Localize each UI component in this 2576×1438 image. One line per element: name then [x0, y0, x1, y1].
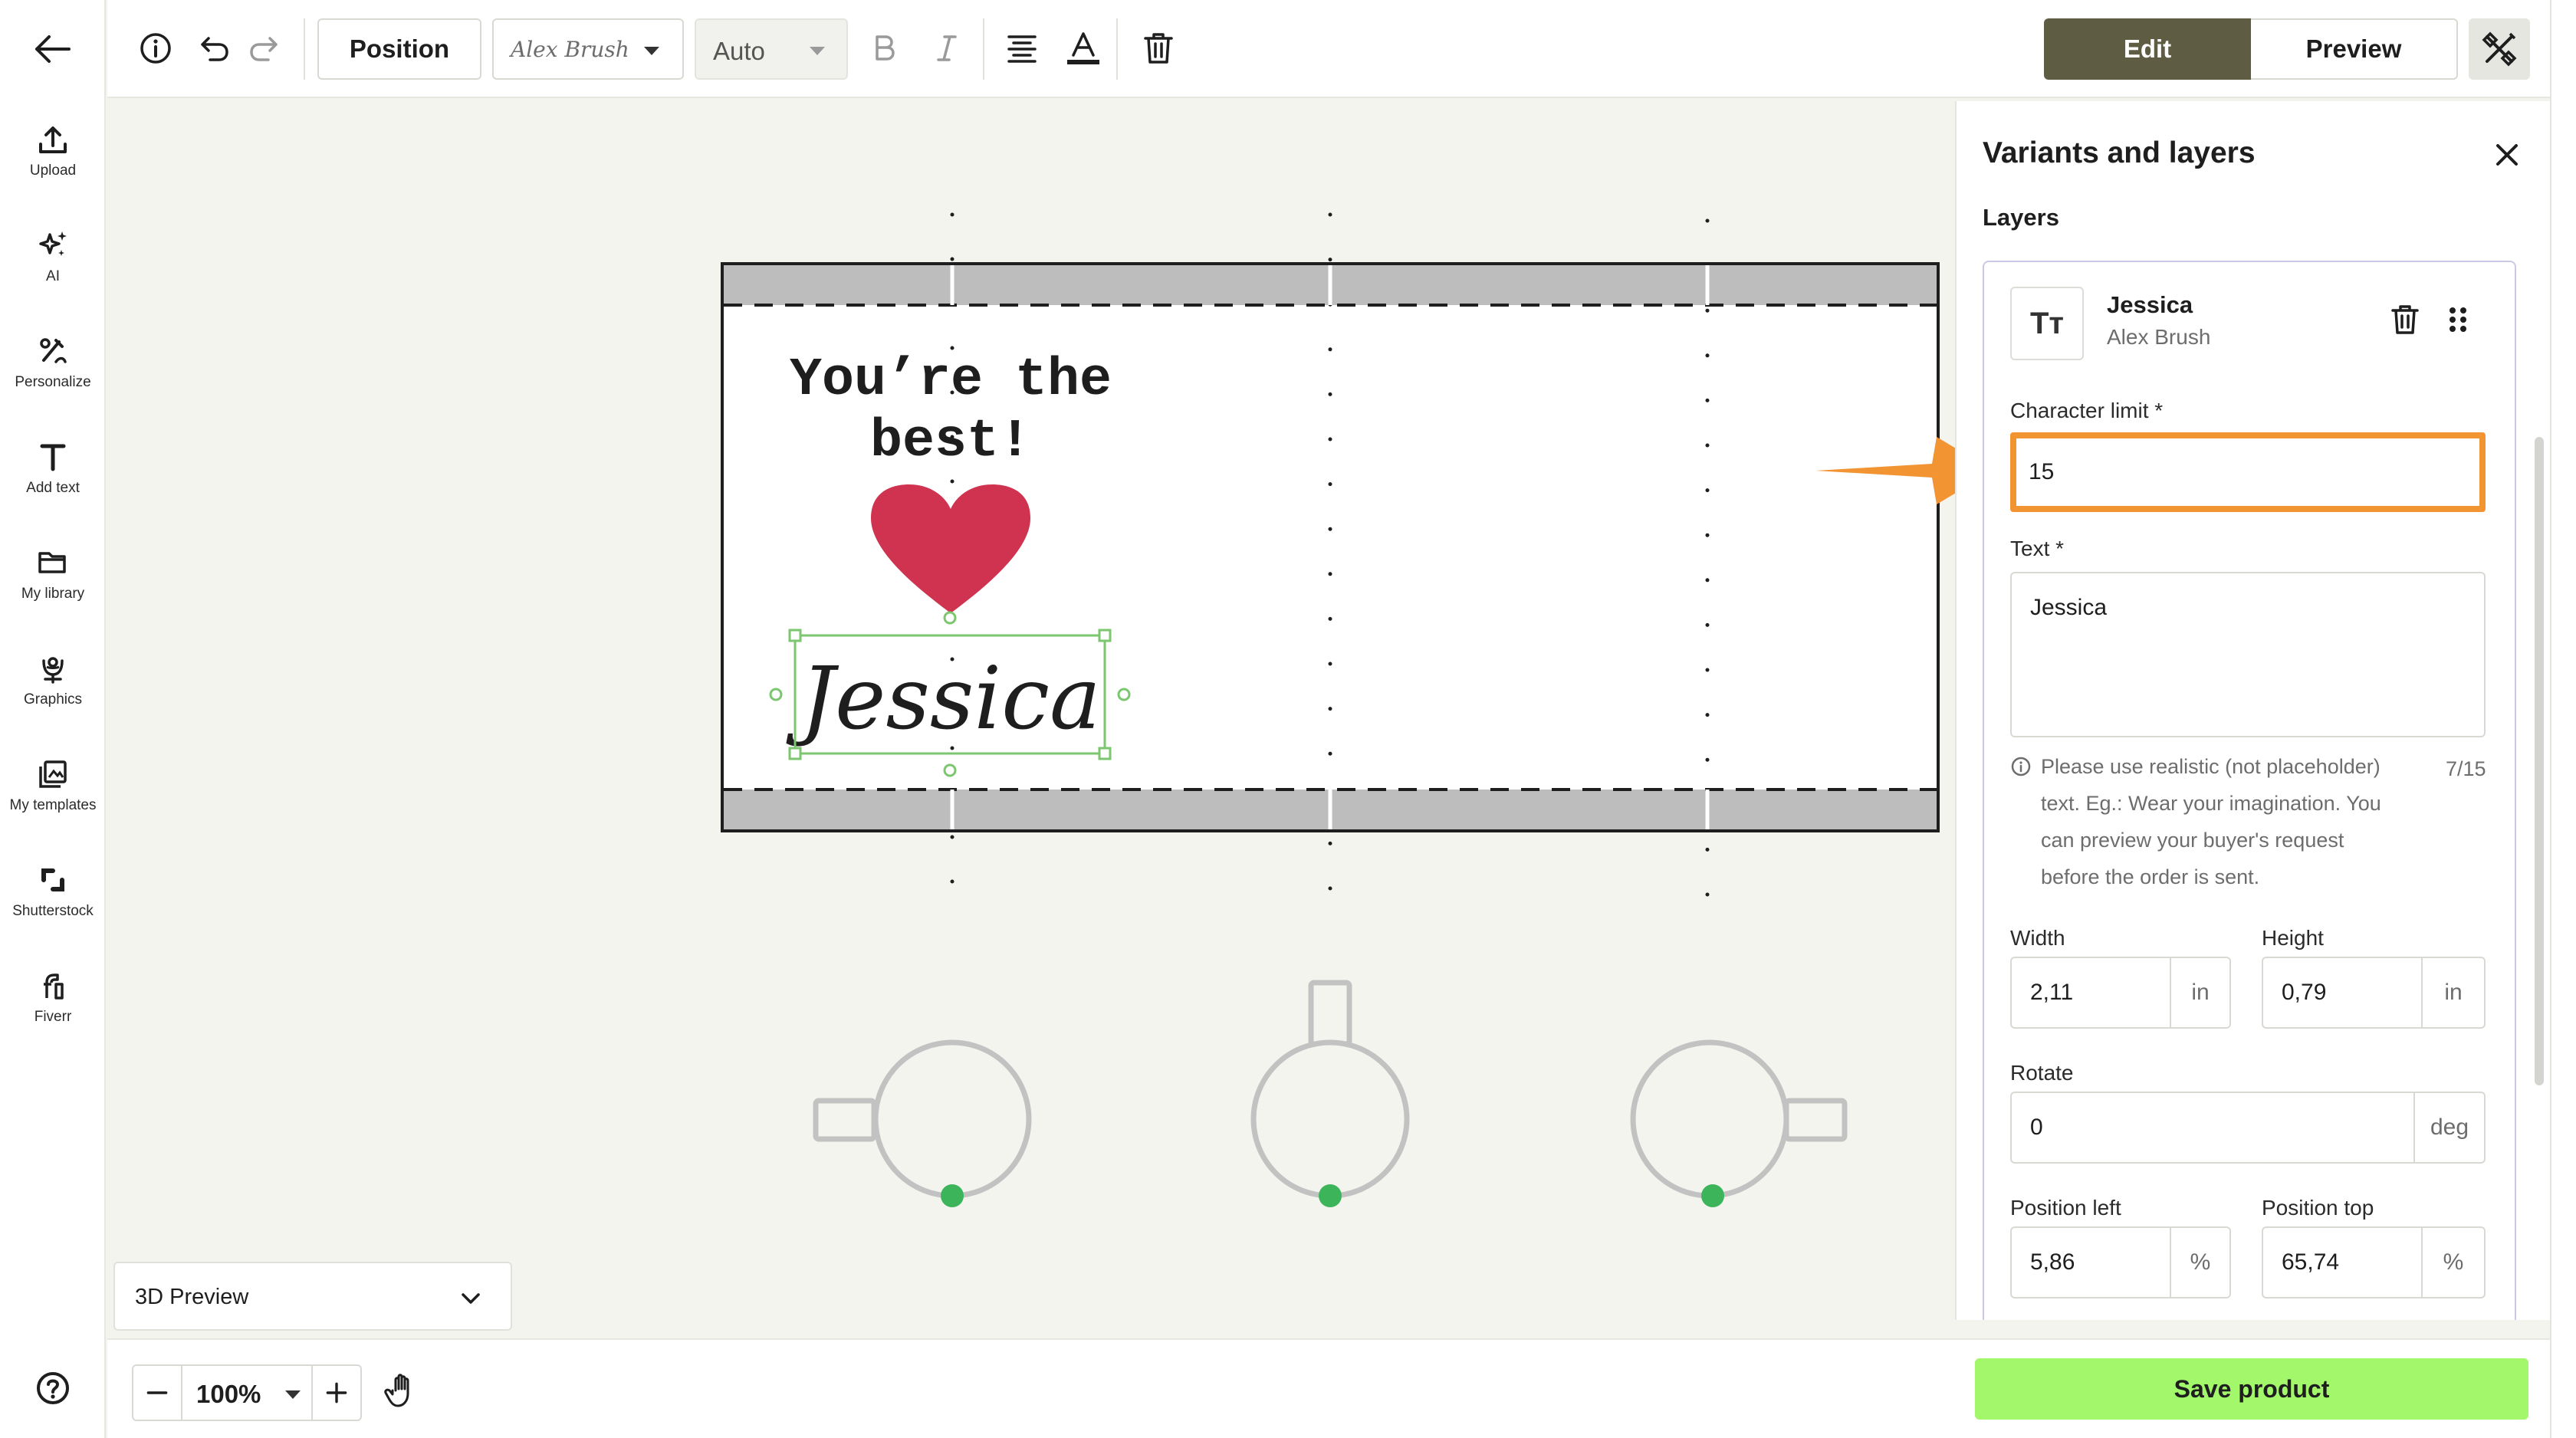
zoom-in-icon[interactable]	[311, 1366, 360, 1420]
position-top-label: Position top	[2262, 1196, 2374, 1220]
height-unit: in	[2423, 957, 2486, 1029]
character-limit-label: Character limit *	[2010, 399, 2164, 422]
layers-heading: Layers	[1983, 204, 2059, 231]
drag-handle-icon[interactable]	[2444, 304, 2472, 336]
position-left-label: Position left	[2010, 1196, 2121, 1220]
resize-handle[interactable]	[943, 611, 957, 625]
zoom-out-icon[interactable]	[133, 1366, 182, 1420]
preview-mode-button[interactable]: Preview	[2251, 18, 2458, 80]
design-tools-button[interactable]	[2469, 18, 2530, 80]
text-hint-line: Please use realistic (not placeholder)	[2041, 755, 2380, 778]
print-position-dot	[1319, 1184, 1342, 1207]
ruler-pencil-icon	[2482, 31, 2517, 67]
character-limit-input[interactable]	[2010, 432, 2486, 512]
panel-scrollbar[interactable]	[2535, 437, 2544, 1085]
layer-header[interactable]: Tт Jessica Alex Brush	[1984, 262, 2515, 385]
edit-mode-button[interactable]: Edit	[2044, 18, 2251, 80]
height-label: Height	[2262, 926, 2324, 950]
rotate-input[interactable]	[2010, 1092, 2415, 1164]
mug-view-right[interactable]	[1630, 1039, 1848, 1207]
variants-layers-panel: Variants and layers Layers Tт Jessica Al…	[1955, 101, 2550, 1320]
save-product-button[interactable]: Save product	[1975, 1358, 2528, 1420]
zoom-level[interactable]: 100%	[196, 1380, 261, 1409]
preview-mode-value: 3D Preview	[135, 1285, 249, 1309]
text-hint-line: can preview your buyer's request	[2041, 829, 2344, 852]
text-hint-line: before the order is sent.	[2041, 865, 2260, 888]
chevron-down-icon[interactable]	[285, 1390, 301, 1399]
text-field-label: Text *	[2010, 537, 2065, 560]
bottom-bar: 100% Save product	[107, 1338, 2550, 1438]
rotate-label: Rotate	[2010, 1061, 2074, 1085]
hand-pan-icon[interactable]	[383, 1371, 422, 1409]
layer-name: Jessica	[2107, 291, 2193, 318]
text-layer-icon: Tт	[2010, 287, 2084, 360]
headline-text[interactable]: best!	[870, 412, 1031, 472]
text-hint-line: text. Eg.: Wear your imagination. You	[2041, 792, 2381, 815]
text-hint: Please use realistic (not placeholder) t…	[2041, 748, 2440, 895]
resize-handle[interactable]	[1098, 747, 1112, 760]
mug-view-center[interactable]	[1250, 980, 1410, 1207]
right-edge-gutter	[2550, 0, 2576, 1438]
print-position-dot	[1701, 1184, 1724, 1207]
character-count: 7/15	[2446, 757, 2486, 780]
resize-handle[interactable]	[788, 747, 802, 760]
position-left-input[interactable]	[2010, 1226, 2171, 1298]
panel-title: Variants and layers	[1983, 136, 2256, 169]
headline-text[interactable]: You’re the	[790, 350, 1112, 411]
trash-icon[interactable]	[2389, 304, 2421, 336]
resize-handle[interactable]	[769, 688, 783, 701]
script-name-text[interactable]: Jessica	[786, 649, 1100, 749]
rotate-unit: deg	[2415, 1092, 2486, 1164]
preview-mode-select[interactable]: 3D Preview	[113, 1262, 512, 1331]
zoom-control: 100%	[132, 1364, 362, 1421]
chevron-down-icon	[462, 1293, 480, 1304]
position-top-input[interactable]	[2262, 1226, 2423, 1298]
position-top-unit: %	[2423, 1226, 2486, 1298]
width-label: Width	[2010, 926, 2065, 950]
close-icon[interactable]	[2492, 140, 2522, 170]
mug-view-left[interactable]	[813, 1039, 1032, 1207]
print-position-dot	[941, 1184, 964, 1207]
info-icon	[2011, 757, 2031, 776]
rotate-handle[interactable]	[943, 763, 957, 777]
help-icon[interactable]	[35, 1371, 71, 1406]
layer-card[interactable]: Tт Jessica Alex Brush Character limit * …	[1983, 261, 2516, 1320]
resize-handle[interactable]	[1098, 629, 1112, 642]
layer-font-name: Alex Brush	[2107, 325, 2211, 349]
width-input[interactable]	[2010, 957, 2171, 1029]
resize-handle[interactable]	[1117, 688, 1131, 701]
design-canvas[interactable]: You’re the best! Jessica	[0, 0, 1955, 1334]
position-left-unit: %	[2171, 1226, 2231, 1298]
resize-handle[interactable]	[788, 629, 802, 642]
layer-text-input[interactable]: Jessica	[2010, 572, 2486, 737]
height-input[interactable]	[2262, 957, 2423, 1029]
width-unit: in	[2171, 957, 2231, 1029]
